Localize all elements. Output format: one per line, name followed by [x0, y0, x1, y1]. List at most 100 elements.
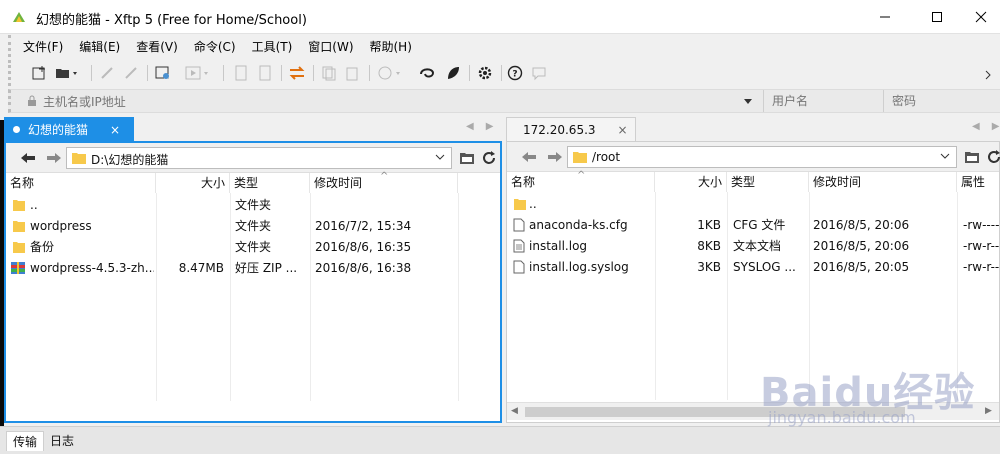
disconnect-button[interactable] — [121, 63, 141, 83]
host-dropdown-icon[interactable] — [744, 99, 752, 104]
menu-window[interactable]: 窗口(W) — [308, 38, 353, 55]
chevron-down-icon[interactable] — [940, 153, 950, 160]
open-folder-button[interactable] — [963, 148, 981, 166]
arrow-right-icon — [47, 153, 61, 163]
refresh-button[interactable] — [985, 148, 1000, 166]
tab-log[interactable]: 日志 — [44, 431, 80, 451]
file-attributes: -rw----- — [963, 218, 999, 232]
column-attributes[interactable]: 属性 — [957, 172, 1000, 192]
arrow-left-icon — [21, 153, 35, 163]
scroll-right-icon[interactable]: ▶ — [985, 406, 992, 416]
menu-help[interactable]: 帮助(H) — [370, 38, 412, 55]
menu-edit[interactable]: 编辑(E) — [79, 38, 120, 55]
forward-button[interactable] — [545, 149, 565, 165]
transfer-button[interactable] — [183, 63, 215, 83]
forward-button[interactable] — [44, 150, 64, 166]
file-type: 文本文档 — [733, 239, 782, 253]
table-row[interactable]: wordpress 文件夹 2016/7/2, 15:34 — [6, 216, 500, 237]
chevron-right-icon[interactable]: ▶ — [992, 121, 1000, 132]
chevron-left-icon[interactable]: ◀ — [972, 121, 980, 132]
sync-button[interactable] — [287, 63, 307, 83]
file-size: 3KB — [697, 260, 721, 274]
disconnect-icon — [125, 67, 137, 79]
table-row[interactable]: install.log 8KB 文本文档 2016/8/5, 20:06 -rw… — [507, 236, 999, 257]
maximize-icon — [932, 12, 942, 22]
tab-transfers[interactable]: 传输 — [6, 431, 45, 451]
maximize-button[interactable] — [914, 0, 960, 34]
file-type — [733, 194, 807, 215]
connect-button[interactable] — [97, 63, 117, 83]
back-button[interactable] — [18, 150, 38, 166]
open-folder-button[interactable] — [458, 149, 476, 167]
chevron-right-icon[interactable]: ▶ — [486, 121, 494, 132]
back-button[interactable] — [519, 149, 539, 165]
title-bar[interactable]: 幻想的能猫 - Xftp 5 (Free for Home/School) — [0, 0, 1000, 34]
table-row[interactable]: install.log.syslog 3KB SYSLOG ... 2016/8… — [507, 257, 999, 278]
copy-button[interactable] — [319, 63, 339, 83]
new-session-button[interactable] — [29, 63, 49, 83]
menu-tools[interactable]: 工具(T) — [252, 38, 293, 55]
column-size[interactable]: 大小 — [655, 172, 727, 192]
column-name[interactable]: 名称 — [6, 173, 156, 193]
background-window-edge — [0, 120, 4, 426]
minimize-button[interactable] — [862, 0, 908, 34]
file-size — [655, 194, 721, 215]
tab-close-icon[interactable]: × — [110, 123, 120, 137]
tab-remote[interactable]: 172.20.65.3 × — [506, 117, 636, 141]
tab-close-icon[interactable]: × — [618, 123, 628, 137]
remote-file-header: 名称 大小 类型 修改时间 属性 ^ — [507, 170, 1000, 192]
file-size: 8KB — [697, 239, 721, 253]
menu-bar: 文件(F) 编辑(E) 查看(V) 命令(C) 工具(T) 窗口(W) 帮助(H… — [8, 35, 428, 57]
column-modified[interactable]: 修改时间 — [809, 172, 957, 192]
play-icon — [185, 66, 208, 80]
xshell-button[interactable] — [417, 63, 437, 83]
refresh-button[interactable] — [480, 149, 498, 167]
tab-scroll-arrows[interactable]: ◀ ▶ — [466, 121, 493, 132]
scrollbar-thumb[interactable] — [525, 407, 905, 417]
horizontal-scrollbar[interactable]: ◀ ▶ — [507, 402, 999, 420]
toolbar-overflow[interactable] — [979, 63, 999, 83]
chevron-down-icon[interactable] — [435, 154, 445, 161]
menu-view[interactable]: 查看(V) — [136, 38, 178, 55]
local-path-field[interactable]: D:\幻想的能猫 — [66, 147, 452, 169]
new-session-icon — [32, 66, 45, 80]
scroll-left-icon[interactable]: ◀ — [511, 406, 518, 416]
tab-scroll-arrows[interactable]: ◀ ▶ — [972, 121, 999, 132]
menu-file[interactable]: 文件(F) — [23, 38, 63, 55]
column-type[interactable]: 类型 — [230, 173, 310, 193]
folder-up-icon — [965, 152, 979, 163]
upload-button[interactable] — [231, 63, 251, 83]
tab-label: 幻想的能猫 — [28, 123, 89, 137]
table-row[interactable]: .. — [507, 194, 999, 215]
host-input[interactable] — [43, 93, 743, 110]
username-input[interactable] — [763, 90, 883, 112]
tab-local[interactable]: 幻想的能猫 × — [4, 117, 134, 141]
column-size[interactable]: 大小 — [156, 173, 230, 193]
options-button[interactable] — [475, 63, 495, 83]
globe-button[interactable] — [375, 63, 407, 83]
session-properties-button[interactable] — [153, 63, 173, 83]
password-input[interactable] — [883, 90, 1000, 112]
table-row[interactable]: .. 文件夹 — [6, 195, 500, 216]
table-row[interactable]: anaconda-ks.cfg 1KB CFG 文件 2016/8/5, 20:… — [507, 215, 999, 236]
table-row[interactable]: 备份 文件夹 2016/8/6, 16:35 — [6, 237, 500, 258]
file-modified: 2016/8/5, 20:06 — [813, 218, 910, 232]
paste-button[interactable] — [343, 63, 363, 83]
help-button[interactable]: ? — [505, 63, 525, 83]
window-title: 幻想的能猫 - Xftp 5 (Free for Home/School) — [36, 13, 307, 28]
column-type[interactable]: 类型 — [727, 172, 809, 192]
menu-command[interactable]: 命令(C) — [194, 38, 236, 55]
file-type: 文件夹 — [235, 198, 272, 212]
chat-button[interactable] — [529, 63, 549, 83]
folder-icon — [573, 152, 587, 163]
table-row[interactable]: wordpress-4.5.3-zh... 8.47MB 好压 ZIP ... … — [6, 258, 500, 279]
open-session-button[interactable] — [53, 63, 83, 83]
xmanager-button[interactable] — [443, 63, 463, 83]
folder-icon — [514, 199, 526, 210]
remote-path-field[interactable]: /root — [567, 146, 957, 168]
chevron-left-icon[interactable]: ◀ — [466, 121, 474, 132]
download-button[interactable] — [255, 63, 275, 83]
folder-icon — [13, 221, 25, 232]
close-button[interactable] — [958, 0, 1000, 34]
paste-icon — [346, 67, 358, 81]
